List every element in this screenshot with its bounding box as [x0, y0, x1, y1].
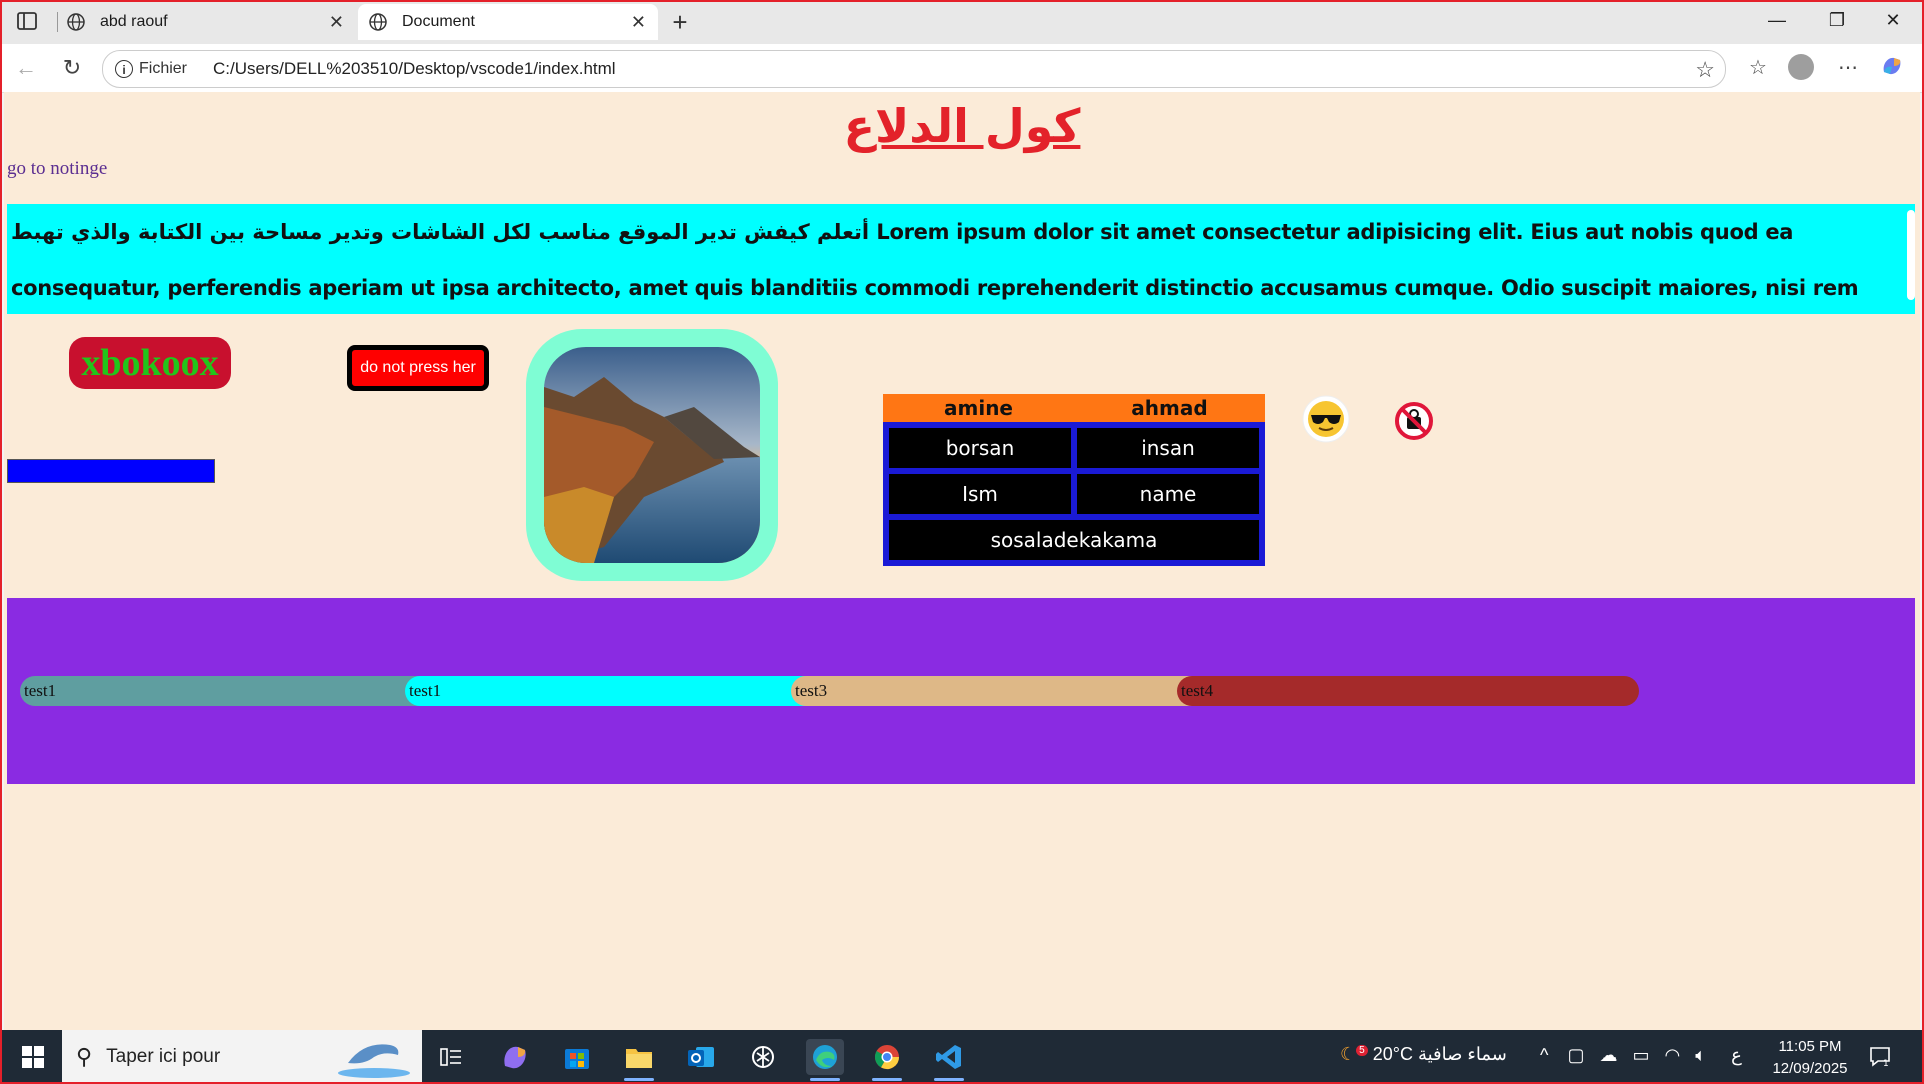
battery-icon[interactable]: ▭	[1633, 1045, 1650, 1065]
tab-document[interactable]: Document ✕	[358, 4, 658, 40]
table-header: ahmad	[1131, 396, 1208, 420]
reload-icon[interactable]: ↻	[58, 54, 86, 82]
table-row: borsan insan	[886, 425, 1262, 471]
table-header: amine	[944, 396, 1013, 420]
table-cell: borsan	[886, 425, 1074, 471]
clock-date: 12/09/2025	[1772, 1060, 1848, 1077]
close-tab-icon[interactable]: ✕	[329, 12, 344, 33]
intro-paragraph: أتعلم كيفش تدير الموقع مناسب لكل الشاشات…	[11, 220, 1859, 300]
new-tab-icon[interactable]: +	[664, 6, 696, 38]
url-scheme: Fichier	[139, 60, 188, 77]
profile-icon[interactable]	[1788, 54, 1816, 82]
table-cell: name	[1074, 471, 1262, 517]
wifi-icon[interactable]: ◠	[1665, 1045, 1681, 1065]
intro-paragraph-box: أتعلم كيفش تدير الموقع مناسب لكل الشاشات…	[7, 204, 1915, 314]
weather-widget[interactable]: ☾ 5 20°C سماء صافية	[1340, 1044, 1507, 1065]
windows-start-icon[interactable]	[22, 1046, 44, 1068]
address-bar[interactable]: i Fichier C:/Users/DELL%203510/Desktop/v…	[102, 50, 1726, 88]
data-table: amine ahmad borsan insan Ism name sosala…	[883, 394, 1265, 566]
table-cell: Ism	[886, 471, 1074, 517]
vscode-icon[interactable]	[930, 1039, 968, 1081]
tab-label: Document	[402, 13, 475, 30]
running-indicator	[624, 1078, 654, 1081]
volume-icon[interactable]: 🔈︎	[1695, 1045, 1706, 1065]
globe-icon	[369, 13, 387, 31]
meet-icon[interactable]: ▢	[1567, 1045, 1584, 1065]
tab-strip: abd raouf ✕ Document ✕ + — ❐ ✕	[0, 0, 1924, 44]
close-window-icon[interactable]: ✕	[1880, 10, 1906, 34]
address-bar-row: ← ↻ i Fichier C:/Users/DELL%203510/Deskt…	[0, 44, 1924, 93]
clock[interactable]: 11:05 PM 12/09/2025	[1770, 1036, 1850, 1080]
task-view-icon[interactable]	[432, 1039, 470, 1075]
copilot-logo-icon	[1883, 57, 1901, 75]
pill-section: test1 test1 test3 test4	[7, 598, 1915, 784]
windows-taskbar: ⚲ Taper ici pour ☾ 5 20°C سماء صافية ^ ▢…	[0, 1030, 1924, 1084]
running-indicator	[810, 1078, 840, 1081]
language-indicator[interactable]: ع	[1731, 1045, 1742, 1065]
pill-test4[interactable]: test4	[1177, 676, 1639, 706]
table-body: borsan insan Ism name sosaladekakama	[883, 422, 1265, 566]
browser-chrome: abd raouf ✕ Document ✕ + — ❐ ✕ ← ↻ i Fic…	[0, 0, 1924, 93]
weather-text: 20°C سماء صافية	[1372, 1044, 1507, 1064]
notification-count: 1	[1883, 1059, 1889, 1068]
photo-frame	[526, 329, 778, 581]
back-icon[interactable]: ←	[12, 54, 40, 82]
blue-bar	[7, 459, 215, 483]
close-tab-icon[interactable]: ✕	[631, 12, 646, 33]
weather-badge: 5	[1356, 1045, 1368, 1056]
avatar	[1788, 54, 1814, 80]
page-title: كول الدلاع	[843, 99, 1081, 153]
copilot-app-icon[interactable]	[496, 1039, 534, 1075]
dolphin-icon	[338, 1044, 410, 1078]
coastline-image	[544, 347, 760, 563]
running-indicator	[934, 1078, 964, 1081]
search-placeholder: Taper ici pour	[106, 1046, 221, 1067]
moon-icon: ☾	[1340, 1044, 1357, 1064]
no-camera-icon	[1395, 402, 1433, 440]
table-row: sosaladekakama	[886, 517, 1262, 563]
onedrive-icon[interactable]: ☁	[1600, 1045, 1618, 1065]
coastline-photo	[544, 347, 760, 563]
sunglasses-emoji-icon	[1302, 395, 1350, 443]
favorite-star-icon[interactable]: ☆	[1695, 57, 1715, 83]
copilot-icon[interactable]	[1878, 54, 1906, 82]
taskbar-search[interactable]: ⚲ Taper ici pour	[62, 1030, 422, 1084]
go-to-link[interactable]: go to notinge	[7, 158, 107, 180]
restore-icon[interactable]: ❐	[1824, 10, 1850, 34]
edge-icon[interactable]	[806, 1039, 844, 1081]
sidebar-toggle-icon[interactable]	[16, 10, 38, 32]
notification-icon[interactable]: 1	[1868, 1044, 1892, 1068]
table-cell: insan	[1074, 425, 1262, 471]
do-not-press-button[interactable]: do not press her	[347, 345, 489, 391]
table-header-row: amine ahmad	[883, 394, 1265, 422]
table-footer-cell: sosaladekakama	[886, 517, 1262, 563]
scrollbar[interactable]	[1907, 210, 1915, 300]
chatgpt-icon[interactable]	[744, 1039, 782, 1075]
search-icon: ⚲	[76, 1044, 93, 1069]
favorites-icon[interactable]: ☆	[1744, 54, 1772, 82]
running-indicator	[872, 1078, 902, 1081]
tab-label: abd raouf	[100, 13, 168, 30]
globe-icon	[67, 13, 85, 31]
table-row: Ism name	[886, 471, 1262, 517]
chevron-up-icon[interactable]: ^	[1540, 1045, 1548, 1065]
xbox-button[interactable]: xbokoox	[69, 337, 231, 389]
info-icon[interactable]: i	[115, 60, 133, 78]
chrome-icon[interactable]	[868, 1039, 906, 1081]
url-text[interactable]: C:/Users/DELL%203510/Desktop/vscode1/ind…	[213, 59, 616, 79]
minimize-icon[interactable]: —	[1764, 10, 1790, 34]
more-menu-icon[interactable]: ⋯	[1834, 54, 1862, 82]
outlook-icon[interactable]	[682, 1039, 720, 1075]
tab-abd-raouf[interactable]: abd raouf ✕	[56, 4, 356, 40]
file-explorer-icon[interactable]	[620, 1039, 658, 1081]
system-tray: ^ ▢ ☁ ▭ ◠ 🔈︎ ع	[1540, 1045, 1742, 1066]
clock-time: 11:05 PM	[1778, 1038, 1842, 1055]
page-viewport: كول الدلاع go to notinge أتعلم كيفش تدير…	[4, 92, 1920, 1030]
microsoft-store-icon[interactable]	[558, 1039, 596, 1075]
